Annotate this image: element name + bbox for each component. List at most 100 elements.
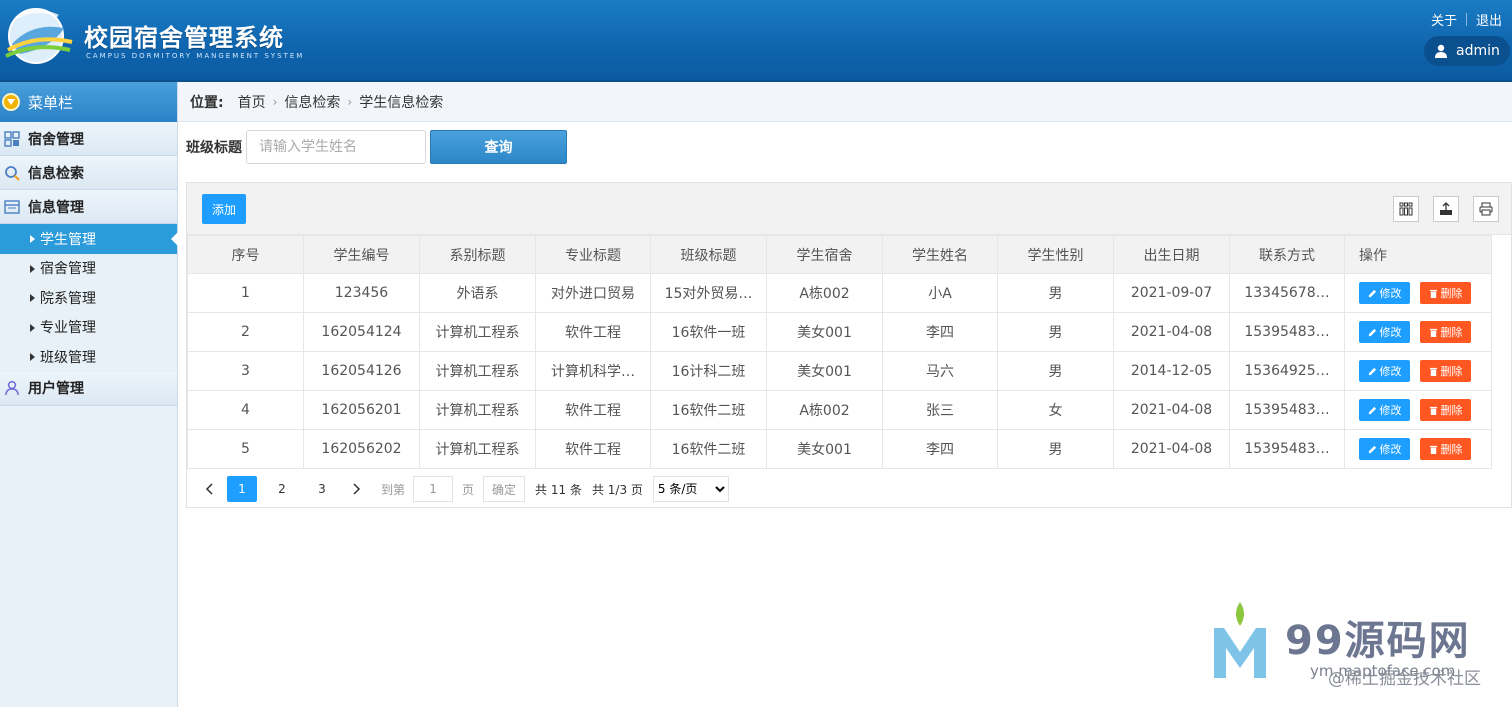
table-cell: 123456 — [303, 273, 420, 313]
page-info: 共 1/3 页 — [591, 482, 643, 497]
table-cell: 15395483… — [1229, 429, 1345, 469]
sidebar-item-label: 学生管理 — [40, 231, 96, 248]
prev-page-button[interactable] — [199, 476, 219, 502]
table-cell: 2014-12-05 — [1113, 351, 1230, 391]
table-toolbar: 添加 — [187, 183, 1511, 235]
edit-label: 修改 — [1379, 287, 1402, 300]
sidebar-group-dorm[interactable]: 宿舍管理 — [0, 122, 177, 156]
goto-confirm-button[interactable]: 确定 — [483, 476, 526, 502]
table-cell: 2021-09-07 — [1113, 273, 1230, 313]
delete-button[interactable]: 删除 — [1420, 399, 1471, 421]
table-cell: 小A — [882, 273, 998, 313]
page-button[interactable]: 3 — [307, 476, 337, 502]
column-header[interactable]: 联系方式 — [1229, 235, 1345, 274]
top-links: 关于 退出 — [1431, 10, 1502, 29]
sidebar-item-majors[interactable]: 专业管理 — [0, 313, 177, 343]
watermark-credit: @稀土掘金技术社区 — [1328, 669, 1481, 689]
table-header-row: 序号 学生编号 系别标题 专业标题 班级标题 学生宿舍 学生姓名 学生性别 出生… — [187, 235, 1492, 274]
about-link[interactable]: 关于 — [1431, 10, 1457, 29]
user-icon — [1435, 44, 1447, 58]
user-menu[interactable]: admin — [1424, 36, 1510, 66]
delete-button[interactable]: 删除 — [1420, 282, 1471, 304]
page-size-select[interactable]: 5 条/页 — [652, 476, 729, 502]
pencil-icon — [1368, 289, 1376, 297]
delete-button[interactable]: 删除 — [1420, 438, 1471, 460]
column-header[interactable]: 序号 — [187, 235, 304, 274]
table-cell: 计算机工程系 — [419, 312, 536, 352]
sidebar-group-label: 信息检索 — [28, 165, 84, 182]
row-actions: 修改 删除 — [1344, 429, 1492, 469]
table-cell: 计算机工程系 — [419, 429, 536, 469]
menu-title: 菜单栏 — [28, 93, 74, 112]
table-row: 1 123456 外语系 对外进口贸易 15对外贸易… A栋002 小A 男 2021-09-0… — [187, 273, 1492, 313]
column-header[interactable]: 班级标题 — [650, 235, 767, 274]
table-cell: 5 — [187, 429, 304, 469]
breadcrumb-home[interactable]: 首页 — [238, 92, 266, 112]
edit-button[interactable]: 修改 — [1359, 438, 1410, 460]
page-button[interactable]: 1 — [227, 476, 257, 502]
pagination: 1 2 3 到第 页 确定 共 11 条 共 1/3 页 5 条/页 — [187, 469, 1511, 509]
sidebar-item-students[interactable]: 学生管理 — [0, 224, 178, 254]
column-header[interactable]: 学生宿舍 — [766, 235, 883, 274]
pencil-icon — [1368, 406, 1376, 414]
edit-button[interactable]: 修改 — [1359, 399, 1410, 421]
table-cell: 李四 — [882, 429, 998, 469]
table-cell: 15395483… — [1229, 312, 1345, 352]
row-actions: 修改 删除 — [1344, 273, 1492, 313]
columns-filter-button[interactable] — [1393, 196, 1419, 222]
columns-icon — [1399, 202, 1413, 216]
table-cell: 美女001 — [766, 351, 883, 391]
delete-button[interactable]: 删除 — [1420, 321, 1471, 343]
column-header[interactable]: 系别标题 — [419, 235, 536, 274]
table-cell: 男 — [997, 351, 1114, 391]
column-header[interactable]: 学生姓名 — [882, 235, 998, 274]
column-header[interactable]: 学生性别 — [997, 235, 1114, 274]
column-header[interactable]: 学生编号 — [303, 235, 420, 274]
sidebar-group-users[interactable]: 用户管理 — [0, 371, 177, 406]
sidebar-group-search[interactable]: 信息检索 — [0, 156, 177, 190]
table-cell: 3 — [187, 351, 304, 391]
edit-button[interactable]: 修改 — [1359, 282, 1410, 304]
sidebar-item-classes[interactable]: 班级管理 — [0, 342, 177, 372]
print-button[interactable] — [1473, 196, 1499, 222]
search-button[interactable]: 查询 — [430, 130, 567, 164]
chevron-right-icon: › — [347, 94, 353, 109]
menu-header[interactable]: 菜单栏 — [0, 82, 177, 122]
export-button[interactable] — [1433, 196, 1459, 222]
logout-link[interactable]: 退出 — [1476, 10, 1502, 29]
divider — [1465, 13, 1467, 26]
table-cell: A栋002 — [766, 390, 883, 430]
table-cell: 计算机工程系 — [419, 351, 536, 391]
table-cell: 16计科二班 — [650, 351, 767, 391]
add-button[interactable]: 添加 — [202, 194, 246, 224]
goto-page-input[interactable] — [413, 476, 454, 502]
sidebar: 菜单栏 宿舍管理 信息检索 信息管理 学生管理 宿舍管理 院系管理 专业管理 班… — [0, 82, 178, 707]
chevron-left-icon — [205, 483, 213, 495]
sidebar-item-label: 专业管理 — [40, 320, 96, 337]
column-header[interactable]: 专业标题 — [535, 235, 651, 274]
sidebar-item-label: 院系管理 — [40, 290, 96, 307]
edit-button[interactable]: 修改 — [1359, 321, 1410, 343]
next-page-button[interactable] — [347, 476, 367, 502]
page-button[interactable]: 2 — [267, 476, 297, 502]
table-cell: 16软件二班 — [650, 429, 767, 469]
search-input[interactable] — [246, 130, 426, 164]
delete-button[interactable]: 删除 — [1420, 360, 1471, 382]
breadcrumb-info-search[interactable]: 信息检索 — [284, 92, 340, 112]
sidebar-item-dorms[interactable]: 宿舍管理 — [0, 254, 177, 284]
table-cell: 162054124 — [303, 312, 420, 352]
table-row: 5 162056202 计算机工程系 软件工程 16软件二班 美女001 李四男 2021-0… — [187, 429, 1492, 469]
table-row: 3 162054126 计算机工程系 计算机科学… 16计科二班 美女001 马六男 2014… — [187, 351, 1492, 391]
edit-button[interactable]: 修改 — [1359, 360, 1410, 382]
sidebar-item-departments[interactable]: 院系管理 — [0, 283, 177, 313]
row-actions: 修改 删除 — [1344, 390, 1492, 430]
delete-label: 删除 — [1440, 404, 1463, 417]
table-cell: 软件工程 — [535, 312, 651, 352]
column-header[interactable]: 出生日期 — [1113, 235, 1230, 274]
table-cell: 马六 — [882, 351, 998, 391]
sidebar-group-info[interactable]: 信息管理 — [0, 190, 177, 224]
table-cell: 13345678… — [1229, 273, 1345, 313]
trash-icon — [1429, 289, 1437, 298]
m-leaf-logo-icon — [1214, 602, 1266, 678]
table-cell: 男 — [997, 273, 1114, 313]
